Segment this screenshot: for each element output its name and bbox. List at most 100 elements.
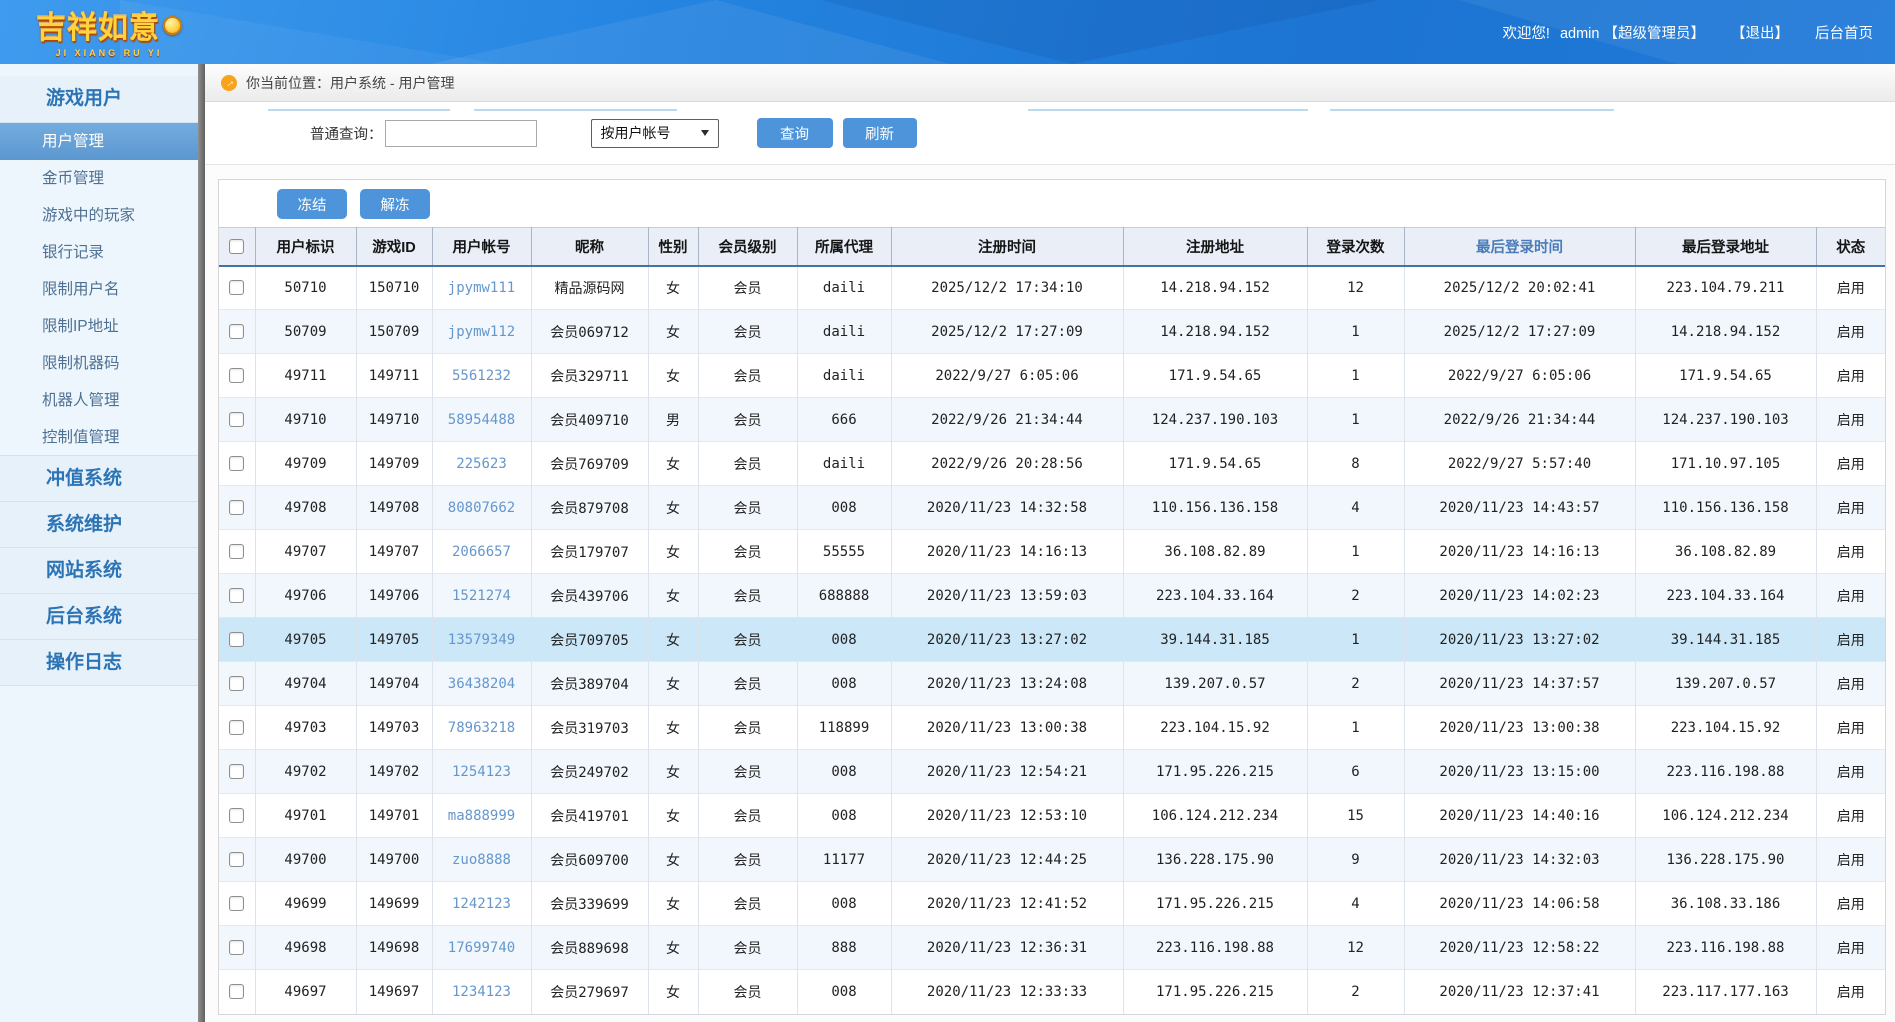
table-row[interactable]: 49703 149703 78963218 会员319703 女 会员 1188…: [219, 706, 1885, 750]
sidebar-item[interactable]: 金币管理: [0, 160, 198, 197]
sidebar-item[interactable]: 后台系统: [0, 593, 198, 640]
row-checkbox[interactable]: [229, 720, 244, 735]
table-row[interactable]: 49709 149709 225623 会员769709 女 会员 daili …: [219, 442, 1885, 486]
sidebar-item-label: 系统维护: [46, 514, 122, 535]
account-link[interactable]: 225623: [456, 456, 507, 472]
cell-checkbox: [219, 486, 255, 530]
account-link[interactable]: 1242123: [452, 896, 511, 912]
cell-status: 启用: [1816, 486, 1885, 530]
row-checkbox[interactable]: [229, 940, 244, 955]
row-checkbox[interactable]: [229, 368, 244, 383]
account-link[interactable]: jpymw112: [448, 324, 515, 340]
row-checkbox[interactable]: [229, 852, 244, 867]
account-link[interactable]: jpymw111: [448, 280, 515, 296]
row-checkbox[interactable]: [229, 764, 244, 779]
freeze-button[interactable]: 冻结: [277, 189, 347, 219]
sidebar-item[interactable]: 系统维护: [0, 501, 198, 548]
row-checkbox[interactable]: [229, 984, 244, 999]
row-checkbox[interactable]: [229, 456, 244, 471]
row-checkbox[interactable]: [229, 588, 244, 603]
account-link[interactable]: 2066657: [452, 544, 511, 560]
account-link[interactable]: zuo8888: [452, 852, 511, 868]
sidebar-item[interactable]: 机器人管理: [0, 382, 198, 419]
refresh-button[interactable]: 刷新: [843, 118, 917, 148]
row-checkbox[interactable]: [229, 412, 244, 427]
account-link[interactable]: 13579349: [448, 632, 515, 648]
cell-agent: daili: [797, 266, 891, 310]
table-row[interactable]: 50709 150709 jpymw112 会员069712 女 会员 dail…: [219, 310, 1885, 354]
cell-account: 5561232: [432, 354, 531, 398]
account-link[interactable]: 1234123: [452, 984, 511, 1000]
search-input[interactable]: [385, 120, 537, 147]
cell-member-level: 会员: [698, 530, 797, 574]
cell-status: 启用: [1816, 398, 1885, 442]
row-checkbox[interactable]: [229, 896, 244, 911]
cell-status: 启用: [1816, 266, 1885, 310]
account-link[interactable]: 1254123: [452, 764, 511, 780]
row-checkbox[interactable]: [229, 808, 244, 823]
table-row[interactable]: 49708 149708 80807662 会员879708 女 会员 008 …: [219, 486, 1885, 530]
unfreeze-button[interactable]: 解冻: [360, 189, 430, 219]
table-row[interactable]: 49699 149699 1242123 会员339699 女 会员 008 2…: [219, 882, 1885, 926]
row-checkbox[interactable]: [229, 280, 244, 295]
row-checkbox[interactable]: [229, 500, 244, 515]
cell-gender: 女: [648, 838, 698, 882]
table-row[interactable]: 49700 149700 zuo8888 会员609700 女 会员 11177…: [219, 838, 1885, 882]
row-checkbox[interactable]: [229, 544, 244, 559]
sidebar-item[interactable]: 游戏中的玩家: [0, 197, 198, 234]
sidebar-item[interactable]: 限制IP地址: [0, 308, 198, 345]
cell-reg-address: 171.95.226.215: [1123, 750, 1307, 794]
table-row[interactable]: 49710 149710 58954488 会员409710 男 会员 666 …: [219, 398, 1885, 442]
account-link[interactable]: 1521274: [452, 588, 511, 604]
sidebar-item[interactable]: 游戏用户: [0, 76, 198, 123]
table-row[interactable]: 49701 149701 ma888999 会员419701 女 会员 008 …: [219, 794, 1885, 838]
sidebar-item[interactable]: 操作日志: [0, 639, 198, 686]
cell-member-level: 会员: [698, 354, 797, 398]
sidebar-item[interactable]: 限制机器码: [0, 345, 198, 382]
col-account: 用户帐号: [432, 228, 531, 266]
account-link[interactable]: 36438204: [448, 676, 515, 692]
table-row[interactable]: 49702 149702 1254123 会员249702 女 会员 008 2…: [219, 750, 1885, 794]
account-link[interactable]: 80807662: [448, 500, 515, 516]
row-checkbox[interactable]: [229, 632, 244, 647]
sidebar-item[interactable]: 冲值系统: [0, 455, 198, 502]
row-checkbox[interactable]: [229, 676, 244, 691]
sidebar-item[interactable]: 控制值管理: [0, 419, 198, 456]
logout-link[interactable]: 【退出】: [1731, 22, 1789, 43]
admin-home-link[interactable]: 后台首页: [1815, 22, 1873, 43]
table-row[interactable]: 49704 149704 36438204 会员389704 女 会员 008 …: [219, 662, 1885, 706]
table-row[interactable]: 49706 149706 1521274 会员439706 女 会员 68888…: [219, 574, 1885, 618]
cell-login-count: 2: [1307, 662, 1404, 706]
row-checkbox[interactable]: [229, 324, 244, 339]
table-row[interactable]: 50710 150710 jpymw111 精品源码网 女 会员 daili 2…: [219, 266, 1885, 310]
account-link[interactable]: 78963218: [448, 720, 515, 736]
table-row[interactable]: 49698 149698 17699740 会员889698 女 会员 888 …: [219, 926, 1885, 970]
table-row[interactable]: 49707 149707 2066657 会员179707 女 会员 55555…: [219, 530, 1885, 574]
cell-member-level: 会员: [698, 618, 797, 662]
sidebar-item[interactable]: 用户管理: [0, 123, 198, 160]
account-link[interactable]: 17699740: [448, 940, 515, 956]
col-last-login-time[interactable]: 最后登录时间: [1404, 228, 1635, 266]
table-row[interactable]: 49711 149711 5561232 会员329711 女 会员 daili…: [219, 354, 1885, 398]
table-row[interactable]: 49705 149705 13579349 会员709705 女 会员 008 …: [219, 618, 1885, 662]
col-nickname: 昵称: [531, 228, 648, 266]
select-all-checkbox[interactable]: [229, 239, 244, 254]
sidebar-item[interactable]: 限制用户名: [0, 271, 198, 308]
cell-last-login-address: 39.144.31.185: [1635, 618, 1816, 662]
account-link[interactable]: 5561232: [452, 368, 511, 384]
cell-game-id: 149697: [356, 970, 432, 1014]
sidebar-item[interactable]: 网站系统: [0, 547, 198, 594]
account-link[interactable]: 58954488: [448, 412, 515, 428]
search-type-select[interactable]: 按用户帐号: [591, 119, 719, 148]
query-button[interactable]: 查询: [757, 118, 833, 148]
cell-member-level: 会员: [698, 706, 797, 750]
cell-game-id: 149710: [356, 398, 432, 442]
cell-agent: 008: [797, 794, 891, 838]
table-row[interactable]: 49697 149697 1234123 会员279697 女 会员 008 2…: [219, 970, 1885, 1014]
cell-reg-time: 2022/9/26 21:34:44: [891, 398, 1123, 442]
sidebar-item[interactable]: 银行记录: [0, 234, 198, 271]
sidebar-item-label: 金币管理: [42, 170, 104, 187]
account-link[interactable]: ma888999: [448, 808, 515, 824]
cell-reg-address: 139.207.0.57: [1123, 662, 1307, 706]
cell-account: 1521274: [432, 574, 531, 618]
